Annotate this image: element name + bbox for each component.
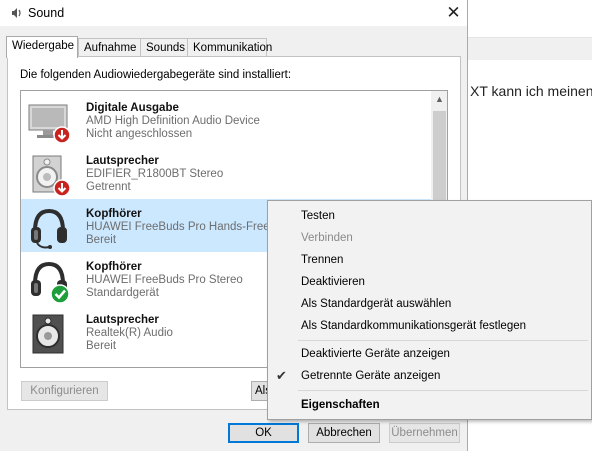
speaker-icon: [12, 8, 21, 18]
checkmark-icon: ✔: [276, 368, 287, 383]
menu-item-show-disabled-devices[interactable]: Deaktivierte Geräte anzeigen: [268, 343, 591, 365]
device-status: Standardgerät: [86, 287, 159, 299]
menu-item-disable[interactable]: Deaktivieren: [268, 271, 591, 293]
speaker-icon: [32, 155, 71, 197]
device-description: AMD High Definition Audio Device: [86, 115, 260, 127]
device-name: Lautsprecher: [86, 155, 159, 167]
menu-item-set-default[interactable]: Als Standardgerät auswählen: [268, 293, 591, 315]
device-status: Bereit: [86, 234, 117, 246]
headset-icon: [31, 208, 67, 249]
menu-separator: [298, 340, 588, 341]
ok-button[interactable]: OK: [228, 423, 299, 443]
menu-separator: [298, 390, 588, 391]
device-list-label: Die folgenden Audiowiedergabegeräte sind…: [20, 69, 292, 81]
device-description: HUAWEI FreeBuds Pro Stereo: [86, 274, 243, 286]
device-name: Digitale Ausgabe: [86, 102, 179, 114]
window-title: Sound: [28, 6, 65, 20]
configure-button[interactable]: Konfigurieren: [21, 381, 108, 401]
tab-wiedergabe[interactable]: Wiedergabe: [6, 36, 78, 58]
tab-aufnahme[interactable]: Aufnahme: [78, 38, 141, 57]
menu-item-set-default-communication[interactable]: Als Standardkommunikationsgerät festlege…: [268, 315, 591, 337]
list-item[interactable]: Digitale Ausgabe AMD High Definition Aud…: [21, 93, 431, 146]
monitor-icon: [28, 104, 71, 144]
menu-item-properties[interactable]: Eigenschaften: [268, 394, 591, 416]
menu-item-show-disconnected-devices[interactable]: ✔ Getrennte Geräte anzeigen: [268, 365, 591, 387]
background-text: XT kann ich meinen: [470, 83, 592, 99]
device-name: Lautsprecher: [86, 314, 159, 326]
cancel-button[interactable]: Abbrechen: [308, 423, 380, 443]
headphones-icon: [31, 261, 70, 304]
close-button[interactable]: ✕: [440, 0, 467, 26]
context-menu: Testen Verbinden Trennen Deaktivieren Al…: [267, 200, 592, 420]
menu-item-disconnect[interactable]: Trennen: [268, 249, 591, 271]
tab-sounds[interactable]: Sounds: [140, 38, 188, 57]
scroll-thumb[interactable]: [433, 111, 446, 211]
apply-button[interactable]: Übernehmen: [389, 423, 460, 443]
device-status: Nicht angeschlossen: [86, 128, 193, 140]
list-item[interactable]: Lautsprecher EDIFIER_R1800BT Stereo Getr…: [21, 146, 431, 199]
title-bar: Sound ✕: [0, 0, 467, 26]
menu-item-connect[interactable]: Verbinden: [268, 227, 591, 249]
tab-kommunikation[interactable]: Kommunikation: [187, 38, 272, 57]
background-window-header: [468, 0, 592, 38]
speaker-icon: [27, 364, 73, 368]
device-status: Bereit: [86, 340, 117, 352]
menu-item-test[interactable]: Testen: [268, 205, 591, 227]
device-description: Realtek(R) Audio: [86, 327, 173, 339]
device-name: Kopfhörer: [86, 261, 142, 273]
device-description: EDIFIER_R1800BT Stereo: [86, 168, 224, 180]
device-status: Getrennt: [86, 181, 131, 193]
device-name: Kopfhörer: [86, 208, 142, 220]
scroll-up-icon[interactable]: ▲: [431, 91, 447, 108]
speaker-icon: [32, 314, 64, 354]
